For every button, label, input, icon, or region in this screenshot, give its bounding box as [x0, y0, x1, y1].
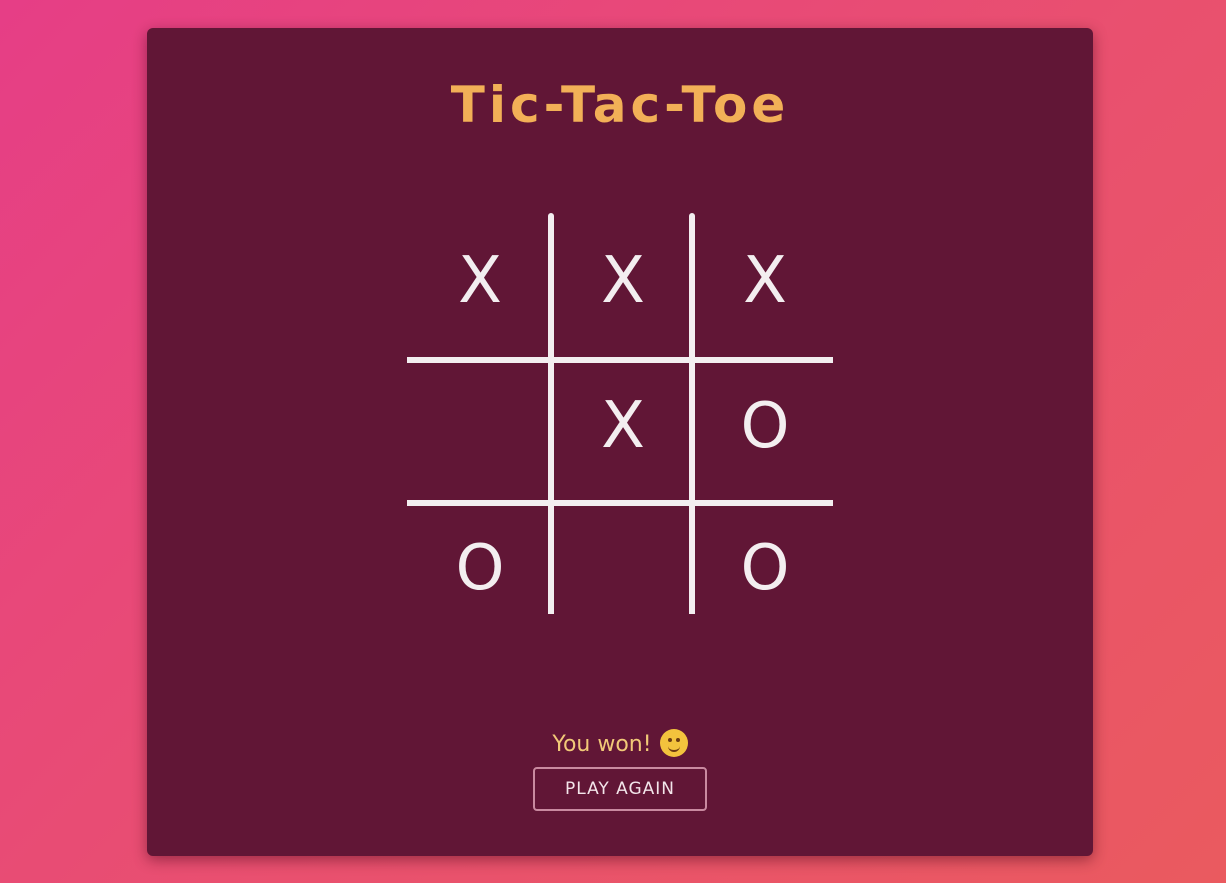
status-text: You won! [552, 732, 652, 757]
game-status: You won! [147, 729, 1093, 759]
game-card: Tic-Tac-Toe XXXXOOO You won! PLAY AGAIN [147, 28, 1093, 856]
board-cell-r2-c2[interactable]: X [552, 355, 694, 497]
board-cell-r3-c3[interactable]: O [694, 497, 836, 639]
board-cell-r1-c2[interactable]: X [552, 210, 694, 352]
board-cell-r3-c1[interactable]: O [409, 497, 551, 639]
board-cell-r3-c2[interactable] [552, 497, 694, 639]
board-cell-r1-c1[interactable]: X [409, 210, 551, 352]
game-board: XXXXOOO [407, 188, 833, 614]
board-cell-r2-c1[interactable] [409, 355, 551, 497]
play-again-button[interactable]: PLAY AGAIN [533, 767, 707, 811]
grinning-face-emoji-icon [659, 729, 688, 757]
game-title: Tic-Tac-Toe [450, 76, 790, 134]
board-cell-r2-c3[interactable]: O [694, 355, 836, 497]
board-cell-r1-c3[interactable]: X [694, 210, 836, 352]
